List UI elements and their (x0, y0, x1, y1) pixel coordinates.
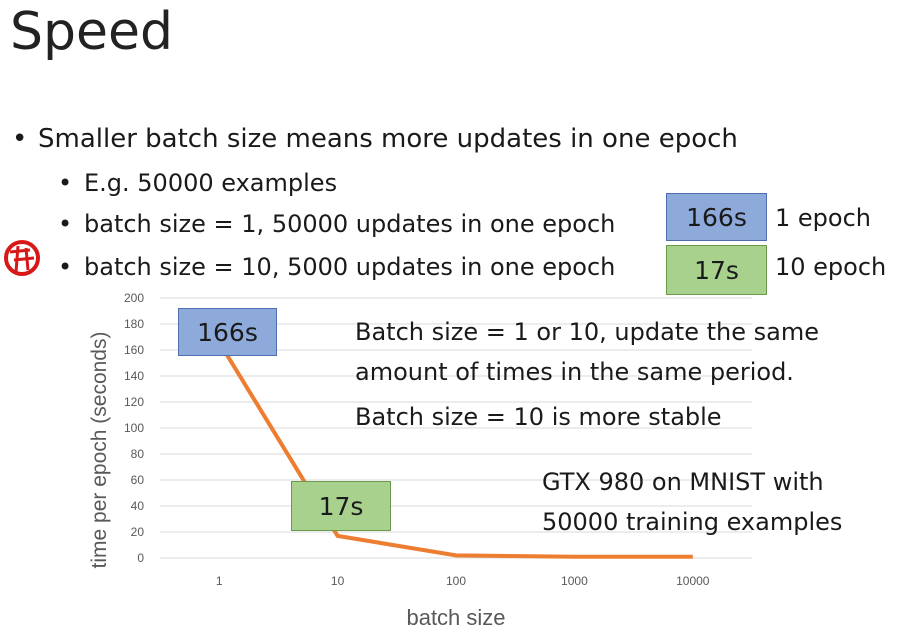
y-tick-label: 60 (131, 473, 145, 487)
x-tick-label: 100 (446, 574, 466, 588)
x-tick-labels: 1 10 100 1000 10000 (216, 574, 710, 588)
bullet-dot-icon: • (58, 210, 73, 238)
epoch-label-bs1: 1 epoch (775, 204, 871, 232)
bullet-dot-icon: • (58, 253, 73, 281)
bullet-bs1: • batch size = 1, 50000 updates in one ep… (58, 207, 615, 241)
note-line-2: amount of times in the same period. (355, 358, 794, 386)
x-tick-label: 1000 (561, 574, 588, 588)
y-tick-label: 40 (131, 499, 145, 513)
y-tick-labels: 0 20 40 60 80 100 120 140 160 180 200 (124, 291, 144, 565)
y-axis-label: time per epoch (seconds) (88, 332, 111, 569)
bullet-dot-icon: • (12, 124, 28, 154)
time-box-bs10: 17s (666, 245, 767, 295)
chart-label-166s: 166s (178, 308, 277, 356)
y-tick-label: 160 (124, 343, 144, 357)
time-box-bs1: 166s (666, 193, 767, 241)
bullet-main: • Smaller batch size means more updates i… (12, 122, 738, 156)
x-tick-label: 10000 (676, 574, 710, 588)
chart-label-17s: 17s (291, 481, 391, 531)
bullet-bs10: • batch size = 10, 5000 updates in one ep… (58, 250, 615, 284)
y-tick-label: 180 (124, 317, 144, 331)
bullet-bs10-text: batch size = 10, 5000 updates in one epo… (84, 253, 616, 281)
y-tick-label: 120 (124, 395, 144, 409)
bullet-example: • E.g. 50000 examples (58, 166, 337, 200)
slide-title: Speed (10, 2, 174, 62)
note-gpu-2: 50000 training examples (542, 508, 843, 536)
note-line-3: Batch size = 10 is more stable (355, 403, 722, 431)
y-tick-label: 140 (124, 369, 144, 383)
bullet-example-text: E.g. 50000 examples (84, 169, 338, 197)
y-tick-label: 0 (137, 551, 144, 565)
bullet-dot-icon: • (58, 169, 73, 197)
epoch-label-bs10: 10 epoch (775, 253, 887, 281)
bullet-bs1-text: batch size = 1, 50000 updates in one epo… (84, 210, 616, 238)
x-axis-label: batch size (406, 605, 505, 630)
note-gpu-1: GTX 980 on MNIST with (542, 468, 824, 496)
y-tick-label: 20 (131, 525, 145, 539)
x-tick-label: 10 (331, 574, 345, 588)
y-tick-label: 200 (124, 291, 144, 305)
x-tick-label: 1 (216, 574, 223, 588)
y-tick-label: 100 (124, 421, 144, 435)
note-line-1: Batch size = 1 or 10, update the same (355, 318, 819, 346)
seal-stamp-icon (4, 240, 40, 276)
bullet-main-text: Smaller batch size means more updates in… (38, 124, 738, 154)
y-tick-label: 80 (131, 447, 145, 461)
